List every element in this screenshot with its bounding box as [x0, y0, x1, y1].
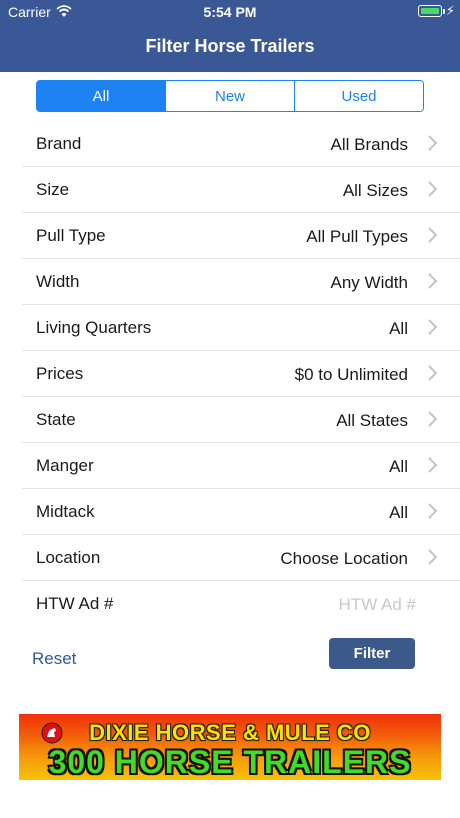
page-title: Filter Horse Trailers [145, 36, 315, 56]
ad-number-input[interactable]: HTW Ad # [339, 595, 416, 615]
ad-number-label: HTW Ad # [36, 594, 114, 613]
filter-row-location[interactable]: Location Choose Location [22, 535, 460, 581]
filter-label: Location [36, 548, 101, 567]
ad-subheadline: 300 HORSE TRAILERS [48, 744, 412, 780]
filter-value: $0 to Unlimited [294, 365, 408, 384]
condition-segmented-control[interactable]: All New Used [36, 80, 424, 112]
filter-label: Living Quarters [36, 318, 152, 337]
filter-value: All States [336, 411, 408, 430]
filter-value: All [389, 457, 408, 476]
filter-value: Any Width [330, 273, 408, 292]
filter-row-brand[interactable]: Brand All Brands [22, 121, 460, 167]
filter-value: All Pull Types [306, 227, 408, 246]
filter-label: Manger [36, 456, 94, 475]
charging-icon: ⚡ [445, 3, 455, 18]
segment-new[interactable]: New [165, 81, 294, 111]
chevron-right-icon [428, 411, 438, 427]
filter-label: Size [36, 180, 70, 199]
chevron-right-icon [428, 227, 438, 243]
filter-label: Pull Type [36, 226, 106, 245]
ad-banner[interactable]: DIXIE HORSE & MULE CO 300 HORSE TRAILERS [19, 714, 441, 780]
clock: 5:54 PM [203, 4, 257, 20]
filter-row-size[interactable]: Size All Sizes [22, 167, 460, 213]
filter-row-living-quarters[interactable]: Living Quarters All [22, 305, 460, 351]
chevron-right-icon [428, 135, 438, 151]
filter-value: All [389, 503, 408, 522]
segment-all[interactable]: All [37, 81, 165, 111]
status-bar: Carrier 5:54 PM ⚡ [0, 0, 460, 24]
filter-row-midtack[interactable]: Midtack All [22, 489, 460, 535]
battery-icon [418, 5, 442, 17]
filter-value: All [389, 319, 408, 338]
filter-label: State [36, 410, 76, 429]
filter-button[interactable]: Filter [329, 638, 415, 669]
chevron-right-icon [428, 549, 438, 565]
chevron-right-icon [428, 319, 438, 335]
filter-value: Choose Location [280, 549, 408, 568]
filter-value: All Brands [330, 135, 408, 154]
chevron-right-icon [428, 457, 438, 473]
filter-row-prices[interactable]: Prices $0 to Unlimited [22, 351, 460, 397]
reset-button[interactable]: Reset [32, 649, 76, 669]
chevron-right-icon [428, 365, 438, 381]
filter-row-state[interactable]: State All States [22, 397, 460, 443]
ad-headline: DIXIE HORSE & MULE CO [89, 720, 371, 745]
filter-row-pull-type[interactable]: Pull Type All Pull Types [22, 213, 460, 259]
battery-tip [443, 9, 445, 14]
filter-value: All Sizes [342, 181, 408, 200]
filter-list: Brand All Brands Size All Sizes Pull Typ… [22, 121, 460, 627]
nav-bar: Carrier 5:54 PM ⚡ Filter Horse Trailers [0, 0, 460, 72]
chevron-right-icon [428, 273, 438, 289]
segment-used[interactable]: Used [294, 81, 423, 111]
filter-label: Midtack [36, 502, 95, 521]
filter-label: Width [36, 272, 80, 291]
filter-row-width[interactable]: Width Any Width [22, 259, 460, 305]
ad-number-row[interactable]: HTW Ad # HTW Ad # [22, 581, 460, 627]
filter-label: Brand [36, 134, 82, 153]
chevron-right-icon [428, 503, 438, 519]
chevron-right-icon [428, 181, 438, 197]
filter-label: Prices [36, 364, 84, 383]
filter-row-manger[interactable]: Manger All [22, 443, 460, 489]
